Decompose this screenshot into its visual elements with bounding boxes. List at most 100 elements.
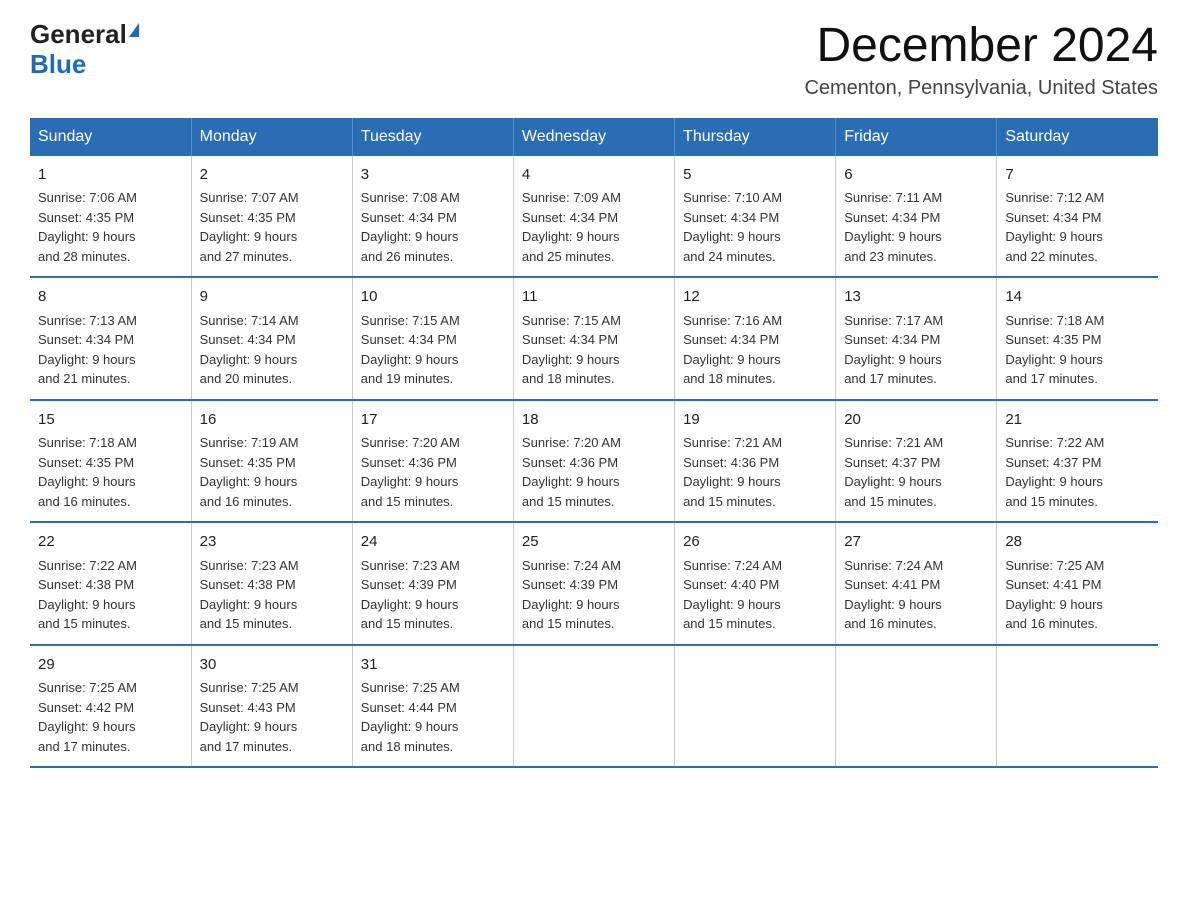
day-number: 9 [200, 286, 344, 309]
day-number: 11 [522, 286, 666, 309]
calendar-cell: 16Sunrise: 7:19 AMSunset: 4:35 PMDayligh… [191, 400, 352, 523]
calendar-cell: 19 Sunrise: 7:21 AMSunset: 4:36 PMDayligh… [675, 400, 836, 523]
calendar-cell: 20 Sunrise: 7:21 AMSunset: 4:37 PMDayligh… [836, 400, 997, 523]
day-number: 1 [38, 164, 183, 187]
day-info: Sunrise: 7:13 AMSunset: 4:34 PMDaylight:… [38, 313, 137, 387]
calendar-cell: 12Sunrise: 7:16 AMSunset: 4:34 PMDayligh… [675, 277, 836, 400]
day-info: Sunrise: 7:25 AMSunset: 4:44 PMDaylight:… [361, 680, 460, 754]
day-info: Sunrise: 7:19 AMSunset: 4:35 PMDaylight:… [200, 435, 299, 509]
calendar-cell: 3 Sunrise: 7:08 AMSunset: 4:34 PMDaylight… [352, 156, 513, 278]
day-info: Sunrise: 7:20 AMSunset: 4:36 PMDaylight:… [522, 435, 621, 509]
day-number: 15 [38, 409, 183, 432]
day-info: Sunrise: 7:12 AMSunset: 4:34 PMDaylight:… [1005, 190, 1104, 264]
calendar-week-row: 29 Sunrise: 7:25 AMSunset: 4:42 PMDayligh… [30, 645, 1158, 768]
day-number: 8 [38, 286, 183, 309]
day-info: Sunrise: 7:20 AMSunset: 4:36 PMDaylight:… [361, 435, 460, 509]
calendar-cell: 24 Sunrise: 7:23 AMSunset: 4:39 PMDayligh… [352, 522, 513, 645]
calendar-cell [675, 645, 836, 768]
weekday-header-thursday: Thursday [675, 118, 836, 156]
day-info: Sunrise: 7:25 AMSunset: 4:42 PMDaylight:… [38, 680, 137, 754]
day-number: 24 [361, 531, 505, 554]
day-number: 22 [38, 531, 183, 554]
day-number: 23 [200, 531, 344, 554]
calendar-cell: 1 Sunrise: 7:06 AMSunset: 4:35 PMDaylight… [30, 156, 191, 278]
calendar-cell: 11 Sunrise: 7:15 AMSunset: 4:34 PMDayligh… [513, 277, 674, 400]
day-number: 3 [361, 164, 505, 187]
weekday-header-saturday: Saturday [997, 118, 1158, 156]
day-number: 27 [844, 531, 988, 554]
calendar-cell: 6 Sunrise: 7:11 AMSunset: 4:34 PMDaylight… [836, 156, 997, 278]
day-info: Sunrise: 7:23 AMSunset: 4:38 PMDaylight:… [200, 558, 299, 632]
day-number: 10 [361, 286, 505, 309]
calendar-week-row: 8 Sunrise: 7:13 AMSunset: 4:34 PMDaylight… [30, 277, 1158, 400]
day-info: Sunrise: 7:24 AMSunset: 4:41 PMDaylight:… [844, 558, 943, 632]
calendar-cell: 13 Sunrise: 7:17 AMSunset: 4:34 PMDayligh… [836, 277, 997, 400]
calendar-week-row: 22 Sunrise: 7:22 AMSunset: 4:38 PMDayligh… [30, 522, 1158, 645]
calendar-cell: 22 Sunrise: 7:22 AMSunset: 4:38 PMDayligh… [30, 522, 191, 645]
calendar-cell: 21 Sunrise: 7:22 AMSunset: 4:37 PMDayligh… [997, 400, 1158, 523]
day-info: Sunrise: 7:10 AMSunset: 4:34 PMDaylight:… [683, 190, 782, 264]
weekday-header-sunday: Sunday [30, 118, 191, 156]
day-info: Sunrise: 7:22 AMSunset: 4:37 PMDaylight:… [1005, 435, 1104, 509]
day-number: 18 [522, 409, 666, 432]
day-info: Sunrise: 7:16 AMSunset: 4:34 PMDaylight:… [683, 313, 782, 387]
weekday-header-row: SundayMondayTuesdayWednesdayThursdayFrid… [30, 118, 1158, 156]
title-area: December 2024 Cementon, Pennsylvania, Un… [804, 20, 1158, 100]
calendar-cell: 8 Sunrise: 7:13 AMSunset: 4:34 PMDaylight… [30, 277, 191, 400]
day-number: 17 [361, 409, 505, 432]
calendar-cell [836, 645, 997, 768]
subtitle: Cementon, Pennsylvania, United States [804, 77, 1158, 100]
day-info: Sunrise: 7:21 AMSunset: 4:37 PMDaylight:… [844, 435, 943, 509]
day-info: Sunrise: 7:24 AMSunset: 4:39 PMDaylight:… [522, 558, 621, 632]
calendar-cell: 2Sunrise: 7:07 AMSunset: 4:35 PMDaylight… [191, 156, 352, 278]
day-number: 7 [1005, 164, 1150, 187]
day-number: 4 [522, 164, 666, 187]
day-info: Sunrise: 7:25 AMSunset: 4:41 PMDaylight:… [1005, 558, 1104, 632]
day-number: 21 [1005, 409, 1150, 432]
weekday-header-friday: Friday [836, 118, 997, 156]
day-info: Sunrise: 7:24 AMSunset: 4:40 PMDaylight:… [683, 558, 782, 632]
day-number: 2 [200, 164, 344, 187]
calendar-cell: 7 Sunrise: 7:12 AMSunset: 4:34 PMDaylight… [997, 156, 1158, 278]
calendar-cell: 4 Sunrise: 7:09 AMSunset: 4:34 PMDaylight… [513, 156, 674, 278]
day-info: Sunrise: 7:15 AMSunset: 4:34 PMDaylight:… [361, 313, 460, 387]
weekday-header-tuesday: Tuesday [352, 118, 513, 156]
day-number: 28 [1005, 531, 1150, 554]
calendar-table: SundayMondayTuesdayWednesdayThursdayFrid… [30, 118, 1158, 769]
day-info: Sunrise: 7:08 AMSunset: 4:34 PMDaylight:… [361, 190, 460, 264]
day-number: 5 [683, 164, 827, 187]
day-number: 6 [844, 164, 988, 187]
calendar-cell: 17 Sunrise: 7:20 AMSunset: 4:36 PMDayligh… [352, 400, 513, 523]
calendar-cell [997, 645, 1158, 768]
day-info: Sunrise: 7:18 AMSunset: 4:35 PMDaylight:… [1005, 313, 1104, 387]
day-info: Sunrise: 7:21 AMSunset: 4:36 PMDaylight:… [683, 435, 782, 509]
weekday-header-wednesday: Wednesday [513, 118, 674, 156]
logo-blue-text: Blue [30, 49, 86, 80]
calendar-cell: 31 Sunrise: 7:25 AMSunset: 4:44 PMDayligh… [352, 645, 513, 768]
day-number: 20 [844, 409, 988, 432]
calendar-cell [513, 645, 674, 768]
calendar-week-row: 15Sunrise: 7:18 AMSunset: 4:35 PMDayligh… [30, 400, 1158, 523]
day-info: Sunrise: 7:17 AMSunset: 4:34 PMDaylight:… [844, 313, 943, 387]
calendar-cell: 27 Sunrise: 7:24 AMSunset: 4:41 PMDayligh… [836, 522, 997, 645]
logo-general-text: General [30, 20, 127, 49]
day-number: 31 [361, 654, 505, 677]
day-info: Sunrise: 7:11 AMSunset: 4:34 PMDaylight:… [844, 190, 942, 264]
header: General Blue December 2024 Cementon, Pen… [30, 20, 1158, 100]
calendar-cell: 25Sunrise: 7:24 AMSunset: 4:39 PMDayligh… [513, 522, 674, 645]
calendar-cell: 23 Sunrise: 7:23 AMSunset: 4:38 PMDayligh… [191, 522, 352, 645]
day-number: 19 [683, 409, 827, 432]
weekday-header-monday: Monday [191, 118, 352, 156]
day-info: Sunrise: 7:09 AMSunset: 4:34 PMDaylight:… [522, 190, 621, 264]
day-info: Sunrise: 7:15 AMSunset: 4:34 PMDaylight:… [522, 313, 621, 387]
calendar-cell: 28 Sunrise: 7:25 AMSunset: 4:41 PMDayligh… [997, 522, 1158, 645]
calendar-cell: 29 Sunrise: 7:25 AMSunset: 4:42 PMDayligh… [30, 645, 191, 768]
main-title: December 2024 [804, 20, 1158, 73]
calendar-cell: 14Sunrise: 7:18 AMSunset: 4:35 PMDayligh… [997, 277, 1158, 400]
day-info: Sunrise: 7:23 AMSunset: 4:39 PMDaylight:… [361, 558, 460, 632]
day-info: Sunrise: 7:06 AMSunset: 4:35 PMDaylight:… [38, 190, 137, 264]
day-number: 30 [200, 654, 344, 677]
day-number: 29 [38, 654, 183, 677]
day-number: 13 [844, 286, 988, 309]
day-info: Sunrise: 7:22 AMSunset: 4:38 PMDaylight:… [38, 558, 137, 632]
